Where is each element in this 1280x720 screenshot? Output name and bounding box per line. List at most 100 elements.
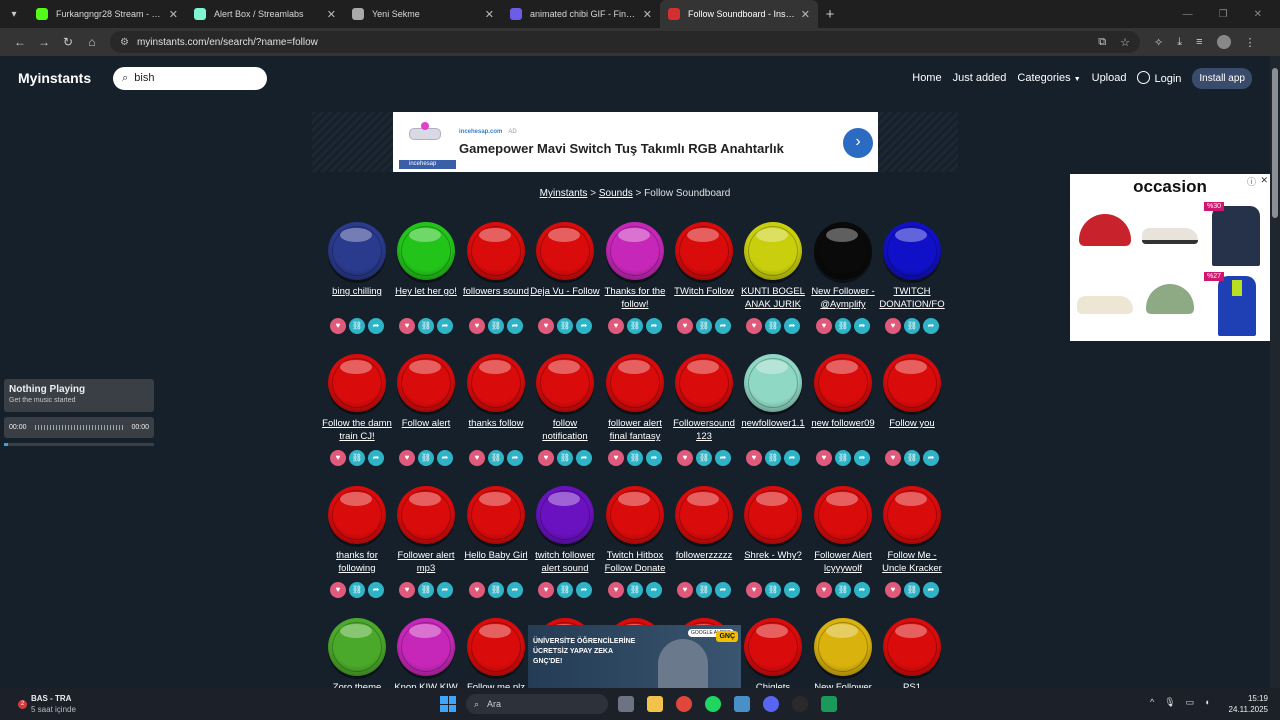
copy-link-icon[interactable]: ⛓ — [627, 318, 643, 334]
extensions-icon[interactable]: ✧ — [1154, 36, 1163, 49]
share-icon[interactable]: ➦ — [437, 318, 453, 334]
share-icon[interactable]: ➦ — [854, 450, 870, 466]
breadcrumb-root[interactable]: Myinstants — [540, 188, 588, 199]
sound-title[interactable]: Follow you — [877, 417, 947, 443]
share-icon[interactable]: ➦ — [646, 582, 662, 598]
ad-banner[interactable]: incehesap incehesap.com AD Gamepower Mavi… — [393, 112, 878, 172]
sound-play-button[interactable] — [675, 222, 733, 280]
sound-play-button[interactable] — [814, 222, 872, 280]
nav-categories[interactable]: Categories ▼ — [1017, 72, 1080, 84]
sound-play-button[interactable] — [397, 354, 455, 412]
sound-play-button[interactable] — [814, 486, 872, 544]
sound-play-button[interactable] — [883, 486, 941, 544]
share-icon[interactable]: ➦ — [923, 582, 939, 598]
favorite-heart-icon[interactable]: ♥ — [677, 582, 693, 598]
favorite-heart-icon[interactable]: ♥ — [816, 582, 832, 598]
share-icon[interactable]: ➦ — [646, 318, 662, 334]
microphone-icon[interactable]: 🎙 — [1164, 697, 1175, 708]
forward-icon[interactable]: → — [32, 35, 56, 49]
copy-link-icon[interactable]: ⛓ — [418, 450, 434, 466]
copy-link-icon[interactable]: ⛓ — [418, 582, 434, 598]
share-icon[interactable]: ➦ — [437, 450, 453, 466]
sound-title[interactable]: follow notification — [530, 417, 600, 443]
install-app-button[interactable]: Install app — [1192, 67, 1252, 89]
clock[interactable]: 15:19 24.11.2025 — [1226, 693, 1268, 715]
sound-play-button[interactable] — [467, 618, 525, 676]
player-waveform[interactable] — [34, 425, 124, 430]
sound-play-button[interactable] — [467, 486, 525, 544]
favorite-heart-icon[interactable]: ♥ — [399, 318, 415, 334]
copy-link-icon[interactable]: ⛓ — [349, 318, 365, 334]
favorite-heart-icon[interactable]: ♥ — [677, 450, 693, 466]
favorite-heart-icon[interactable]: ♥ — [330, 318, 346, 334]
favorite-heart-icon[interactable]: ♥ — [538, 582, 554, 598]
browser-tab[interactable]: Alert Box / Streamlabs ✕ — [186, 0, 344, 28]
nav-home[interactable]: Home — [912, 72, 941, 84]
reload-icon[interactable]: ↻ — [56, 35, 80, 49]
browser-tab[interactable]: Furkangngr28 Stream - Watch L ✕ — [28, 0, 186, 28]
profile-avatar[interactable] — [1216, 35, 1231, 49]
sound-title[interactable]: Deja Vu - Follow — [530, 285, 600, 311]
copy-link-icon[interactable]: ⛓ — [488, 318, 504, 334]
share-icon[interactable]: ➦ — [576, 450, 592, 466]
favorite-heart-icon[interactable]: ♥ — [885, 318, 901, 334]
favorite-heart-icon[interactable]: ♥ — [746, 318, 762, 334]
search-input[interactable] — [134, 72, 245, 84]
copy-link-icon[interactable]: ⛓ — [765, 450, 781, 466]
sound-title[interactable]: bing chilling — [322, 285, 392, 311]
task-view-icon[interactable] — [618, 696, 634, 712]
copy-link-icon[interactable]: ⛓ — [627, 582, 643, 598]
new-tab-button[interactable]: + — [818, 6, 842, 23]
share-icon[interactable]: ➦ — [368, 582, 384, 598]
file-explorer-icon[interactable] — [647, 696, 663, 712]
copy-link-icon[interactable]: ⛓ — [696, 582, 712, 598]
favorite-heart-icon[interactable]: ♥ — [677, 318, 693, 334]
start-icon[interactable] — [440, 696, 456, 712]
bookmark-star-icon[interactable]: ☆ — [1120, 36, 1130, 49]
obs-icon[interactable] — [792, 696, 808, 712]
ad-close-icon[interactable]: ✕ — [1260, 175, 1268, 186]
sound-play-button[interactable] — [814, 618, 872, 676]
downloads-icon[interactable]: ⤓ — [1177, 36, 1182, 49]
sound-play-button[interactable] — [328, 486, 386, 544]
copy-link-icon[interactable]: ⛓ — [835, 450, 851, 466]
share-icon[interactable]: ➦ — [507, 450, 523, 466]
sound-play-button[interactable] — [883, 618, 941, 676]
browser-tab[interactable]: Follow Soundboard - Instant So ✕ — [660, 0, 818, 28]
sound-title[interactable]: Follower Alert lcyyywolf — [808, 549, 878, 575]
copy-link-icon[interactable]: ⛓ — [765, 582, 781, 598]
favorite-heart-icon[interactable]: ♥ — [469, 450, 485, 466]
sound-title[interactable]: new follower09 — [808, 417, 878, 443]
copy-link-icon[interactable]: ⛓ — [765, 318, 781, 334]
copy-link-icon[interactable]: ⛓ — [488, 450, 504, 466]
home-icon[interactable]: ⌂ — [80, 35, 104, 49]
sound-play-button[interactable] — [536, 486, 594, 544]
player-timeline[interactable]: 00:00 00:00 — [4, 417, 154, 438]
favorite-heart-icon[interactable]: ♥ — [538, 318, 554, 334]
favorite-heart-icon[interactable]: ♥ — [399, 582, 415, 598]
copy-link-icon[interactable]: ⛓ — [349, 582, 365, 598]
sound-play-button[interactable] — [328, 354, 386, 412]
sound-title[interactable]: Follow the damn train CJ! — [322, 417, 392, 443]
sound-play-button[interactable] — [397, 618, 455, 676]
music-player[interactable]: Nothing Playing Get the music started — [4, 379, 154, 412]
favorite-heart-icon[interactable]: ♥ — [746, 450, 762, 466]
copy-link-icon[interactable]: ⛓ — [904, 582, 920, 598]
copy-link-icon[interactable]: ⛓ — [557, 582, 573, 598]
favorite-heart-icon[interactable]: ♥ — [608, 582, 624, 598]
favorite-heart-icon[interactable]: ♥ — [399, 450, 415, 466]
sound-play-button[interactable] — [606, 354, 664, 412]
favorite-heart-icon[interactable]: ♥ — [330, 450, 346, 466]
discord-icon[interactable] — [763, 696, 779, 712]
address-bar[interactable]: ⚙ myinstants.com/en/search/?name=follow … — [110, 31, 1140, 53]
sound-title[interactable]: Follow Me - Uncle Kracker — [877, 549, 947, 575]
tray-overflow-icon[interactable]: ^ — [1150, 697, 1154, 708]
favorite-heart-icon[interactable]: ♥ — [469, 318, 485, 334]
share-icon[interactable]: ➦ — [784, 450, 800, 466]
spotify-icon[interactable] — [705, 696, 721, 712]
sound-play-button[interactable] — [744, 486, 802, 544]
share-icon[interactable]: ➦ — [715, 582, 731, 598]
copy-link-icon[interactable]: ⛓ — [418, 318, 434, 334]
favorite-heart-icon[interactable]: ♥ — [816, 318, 832, 334]
sound-title[interactable]: Twitch Hitbox Follow Donate — [600, 549, 670, 575]
